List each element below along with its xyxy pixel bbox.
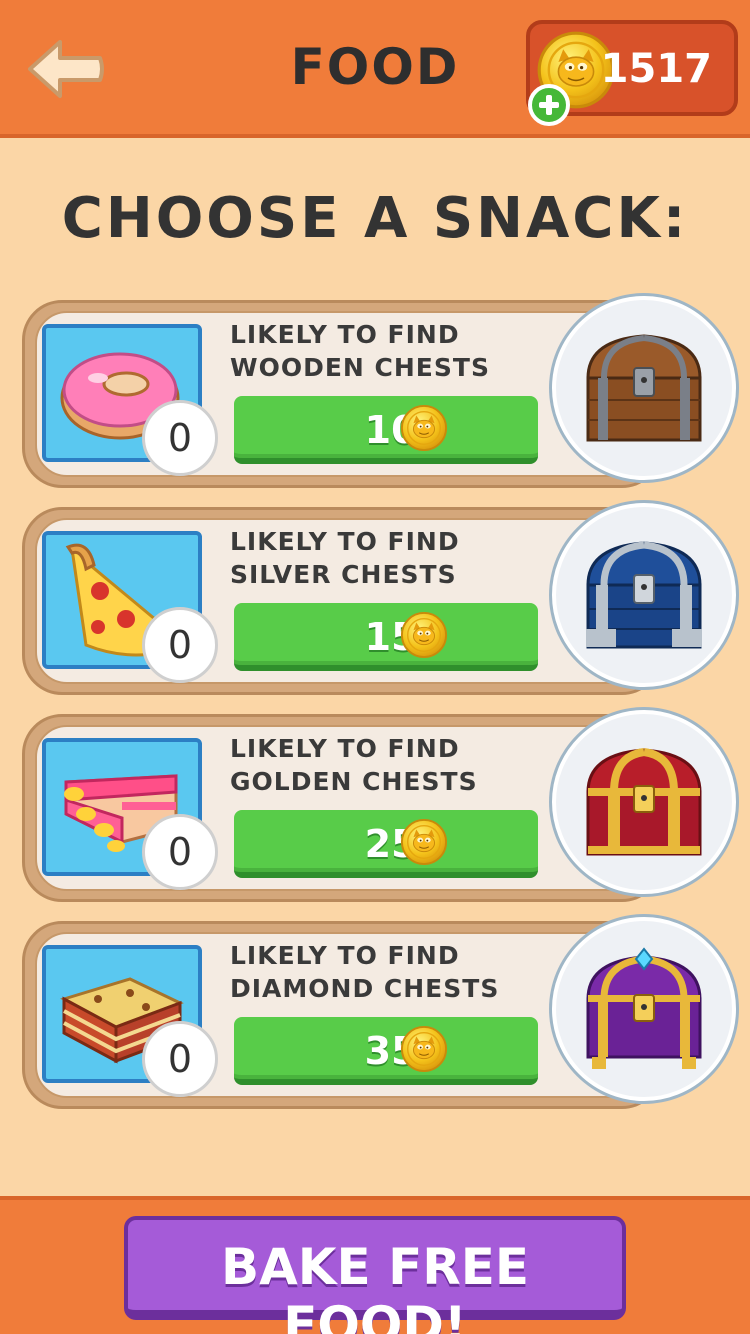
snack-row-donut: 0 LIKELY TO FIND WOODEN CHESTS 100 (22, 296, 736, 488)
silver-chest-icon (586, 541, 702, 649)
owned-count: 0 (142, 1021, 218, 1097)
buy-donut-button[interactable]: 100 (234, 396, 538, 464)
owned-count: 0 (142, 607, 218, 683)
buy-pizza-button[interactable]: 150 (234, 603, 538, 671)
bottom-bar: BAKE FREE FOOD! (0, 1196, 750, 1334)
silver-chest-preview (552, 503, 736, 687)
wooden-chest-icon (586, 334, 702, 442)
bake-button-label: BAKE FREE FOOD! (220, 1238, 530, 1334)
garfield-coin-icon (400, 818, 448, 866)
garfield-coin-icon (400, 1025, 448, 1073)
row-description: LIKELY TO FIND DIAMOND CHESTS (230, 941, 500, 1003)
section-heading: CHOOSE A SNACK: (61, 186, 689, 251)
top-bar: FOOD 1517 (0, 0, 750, 138)
diamond-chest-preview (552, 917, 736, 1101)
golden-chest-icon (586, 748, 702, 856)
buy-lasagna-button[interactable]: 350 (234, 1017, 538, 1085)
row-description: LIKELY TO FIND WOODEN CHESTS (230, 320, 490, 382)
diamond-chest-icon (586, 947, 702, 1069)
snack-row-lasagna: 0 LIKELY TO FIND DIAMOND CHESTS 350 (22, 917, 736, 1109)
owned-count: 0 (142, 814, 218, 890)
owned-count: 0 (142, 400, 218, 476)
row-description: LIKELY TO FIND SILVER CHESTS (230, 527, 460, 589)
add-coins-button[interactable] (528, 84, 570, 126)
garfield-coin-icon (400, 611, 448, 659)
garfield-coin-icon (400, 404, 448, 452)
bake-free-food-button[interactable]: BAKE FREE FOOD! (124, 1216, 626, 1334)
snack-row-cake: 0 LIKELY TO FIND GOLDEN CHESTS 250 (22, 710, 736, 902)
coin-count: 1517 (600, 46, 712, 92)
wooden-chest-preview (552, 296, 736, 480)
row-description: LIKELY TO FIND GOLDEN CHESTS (230, 734, 478, 796)
buy-cake-button[interactable]: 250 (234, 810, 538, 878)
snack-row-pizza: 0 LIKELY TO FIND SILVER CHESTS 150 (22, 503, 736, 695)
golden-chest-preview (552, 710, 736, 894)
